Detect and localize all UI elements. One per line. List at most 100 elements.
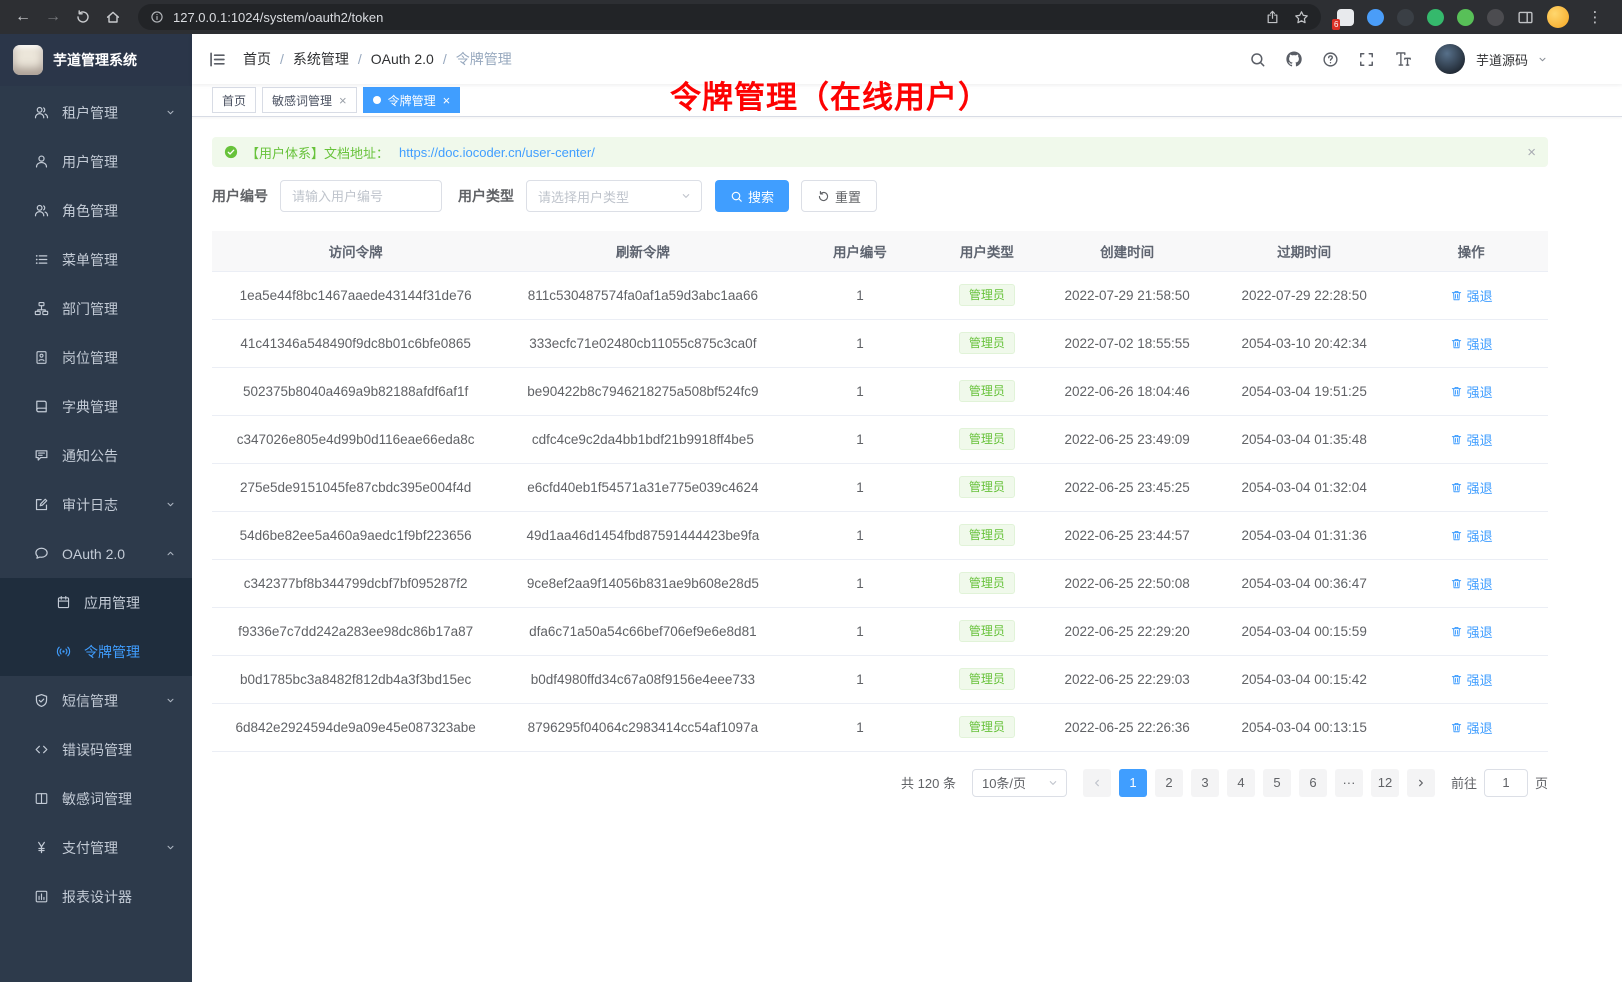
goto-page-input[interactable] xyxy=(1484,769,1528,797)
force-logout-button[interactable]: 强退 xyxy=(1450,334,1493,353)
address-bar[interactable]: 127.0.0.1:1024/system/oauth2/token xyxy=(138,4,1321,30)
share-icon[interactable] xyxy=(1265,10,1280,25)
org-tree-icon xyxy=(34,301,49,316)
search-icon[interactable] xyxy=(1249,51,1266,68)
more-pages-button[interactable]: ··· xyxy=(1335,769,1363,797)
side-panel-icon[interactable] xyxy=(1517,9,1534,26)
extension-icon[interactable] xyxy=(1487,9,1504,26)
tab-token-management[interactable]: 令牌管理 × xyxy=(363,87,461,113)
page-button[interactable]: 2 xyxy=(1155,769,1183,797)
sidebar-item-tenant[interactable]: 租户管理 xyxy=(0,88,192,137)
fullscreen-icon[interactable] xyxy=(1358,51,1375,68)
extension-icon[interactable] xyxy=(1367,9,1384,26)
user-avatar[interactable] xyxy=(1435,44,1465,74)
force-logout-button[interactable]: 强退 xyxy=(1450,430,1493,449)
chevron-up-icon xyxy=(165,548,176,559)
force-logout-button[interactable]: 强退 xyxy=(1450,670,1493,689)
sidebar-item-report-designer[interactable]: 报表设计器 xyxy=(0,872,192,921)
browser-menu-dots-icon[interactable]: ⋮ xyxy=(1582,4,1608,30)
user-id-cell: 1 xyxy=(786,367,933,415)
user-type-cell: 管理员 xyxy=(933,703,1040,751)
sidebar-item-payment[interactable]: 支付管理 xyxy=(0,823,192,872)
access-token-cell: 54d6be82ee5a460a9aedc1f9bf223656 xyxy=(212,511,499,559)
page-button[interactable]: 1 xyxy=(1119,769,1147,797)
browser-profile-avatar[interactable] xyxy=(1547,6,1569,28)
bookmark-star-icon[interactable] xyxy=(1294,10,1309,25)
user-type-badge: 管理员 xyxy=(959,428,1015,450)
app-logo[interactable]: 芋道管理系统 xyxy=(0,34,192,86)
search-button[interactable]: 搜索 xyxy=(715,180,789,212)
page-button[interactable]: 12 xyxy=(1371,769,1399,797)
search-icon xyxy=(730,190,743,203)
extension-icon[interactable] xyxy=(1427,9,1444,26)
total-count: 共 120 条 xyxy=(901,773,956,792)
sidebar-item-audit-log[interactable]: 审计日志 xyxy=(0,480,192,529)
user-type-select[interactable]: 请选择用户类型 xyxy=(526,180,702,212)
force-logout-button[interactable]: 强退 xyxy=(1450,478,1493,497)
force-logout-button[interactable]: 强退 xyxy=(1450,718,1493,737)
breadcrumb-item[interactable]: 系统管理 xyxy=(293,49,349,69)
alert-doc-link[interactable]: https://doc.iocoder.cn/user-center/ xyxy=(399,145,595,160)
chevron-right-icon xyxy=(1415,777,1427,789)
tab-home[interactable]: 首页 xyxy=(212,87,256,113)
force-logout-button[interactable]: 强退 xyxy=(1450,574,1493,593)
username[interactable]: 芋道源码 xyxy=(1476,50,1528,69)
user-menu-caret-icon[interactable] xyxy=(1537,54,1548,65)
tab-close-icon[interactable]: × xyxy=(443,94,451,107)
force-logout-button[interactable]: 强退 xyxy=(1450,382,1493,401)
user-type-badge: 管理员 xyxy=(959,572,1015,594)
next-page-button[interactable] xyxy=(1407,769,1435,797)
page-button[interactable]: 4 xyxy=(1227,769,1255,797)
create-time-cell: 2022-06-25 22:29:20 xyxy=(1040,607,1214,655)
page-button[interactable]: 3 xyxy=(1191,769,1219,797)
prev-page-button[interactable] xyxy=(1083,769,1111,797)
action-cell: 强退 xyxy=(1394,703,1548,751)
browser-home-icon[interactable] xyxy=(100,4,126,30)
tab-close-icon[interactable]: × xyxy=(339,94,347,107)
sidebar-item-menu[interactable]: 菜单管理 xyxy=(0,235,192,284)
collapse-sidebar-icon[interactable] xyxy=(208,50,227,69)
sidebar-item-user[interactable]: 用户管理 xyxy=(0,137,192,186)
browser-forward-icon[interactable]: → xyxy=(40,4,66,30)
sidebar-item-oauth2[interactable]: OAuth 2.0 xyxy=(0,529,192,578)
expire-time-cell: 2054-03-04 19:51:25 xyxy=(1214,367,1394,415)
refresh-token-cell: cdfc4ce9c2da4bb1bdf21b9918ff4be5 xyxy=(499,415,786,463)
sidebar-item-role[interactable]: 角色管理 xyxy=(0,186,192,235)
user-id-cell: 1 xyxy=(786,271,933,319)
create-time-cell: 2022-06-25 23:45:25 xyxy=(1040,463,1214,511)
create-time-cell: 2022-06-25 22:50:08 xyxy=(1040,559,1214,607)
browser-back-icon[interactable]: ← xyxy=(10,4,36,30)
force-logout-button[interactable]: 强退 xyxy=(1450,526,1493,545)
user-id-input[interactable] xyxy=(280,180,442,212)
sidebar-item-notice[interactable]: 通知公告 xyxy=(0,431,192,480)
force-logout-button[interactable]: 强退 xyxy=(1450,286,1493,305)
sidebar-item-dict[interactable]: 字典管理 xyxy=(0,382,192,431)
sidebar-item-dept[interactable]: 部门管理 xyxy=(0,284,192,333)
speech-bubble-icon xyxy=(34,448,49,463)
page-button[interactable]: 6 xyxy=(1299,769,1327,797)
sidebar-item-error-code[interactable]: 错误码管理 xyxy=(0,725,192,774)
github-icon[interactable] xyxy=(1285,50,1303,68)
font-size-icon[interactable] xyxy=(1394,50,1412,68)
tab-sensitive-words[interactable]: 敏感词管理 × xyxy=(262,87,357,113)
browser-reload-icon[interactable] xyxy=(70,4,96,30)
sidebar-item-sensitive-words[interactable]: 敏感词管理 xyxy=(0,774,192,823)
page-button[interactable]: 5 xyxy=(1263,769,1291,797)
page-size-select[interactable]: 10条/页 xyxy=(972,769,1067,797)
extension-icon[interactable] xyxy=(1397,9,1414,26)
extension-icon[interactable]: 6 xyxy=(1337,9,1354,26)
alert-close-icon[interactable]: × xyxy=(1527,144,1536,161)
force-logout-button[interactable]: 强退 xyxy=(1450,622,1493,641)
site-info-icon[interactable] xyxy=(150,10,164,24)
breadcrumb-item[interactable]: 首页 xyxy=(243,49,271,69)
sidebar-item-post[interactable]: 岗位管理 xyxy=(0,333,192,382)
breadcrumb-item[interactable]: OAuth 2.0 xyxy=(371,51,434,67)
table-row: f9336e7c7dd242a283ee98dc86b17a87 dfa6c71… xyxy=(212,607,1548,655)
sidebar-item-sms[interactable]: 短信管理 xyxy=(0,676,192,725)
sidebar-item-token-management[interactable]: 令牌管理 xyxy=(0,627,192,676)
trash-icon xyxy=(1450,577,1463,590)
sidebar-item-app-management[interactable]: 应用管理 xyxy=(0,578,192,627)
extension-icon[interactable] xyxy=(1457,9,1474,26)
reset-button[interactable]: 重置 xyxy=(801,180,877,212)
help-icon[interactable] xyxy=(1322,51,1339,68)
